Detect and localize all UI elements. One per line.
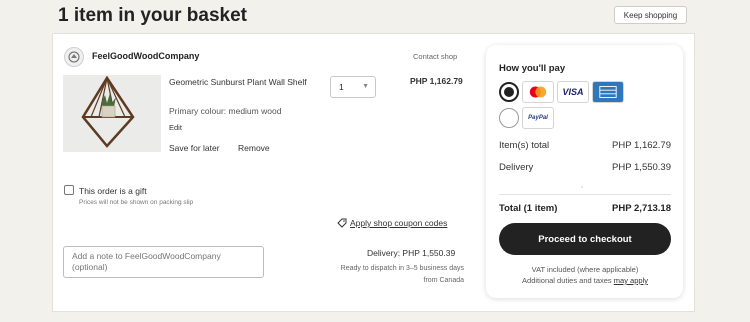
contact-shop-link[interactable]: Contact shop [413, 52, 457, 61]
tag-icon [337, 218, 347, 228]
mastercard-icon [522, 81, 554, 103]
items-total-label: Item(s) total [499, 140, 550, 151]
save-for-later-button[interactable]: Save for later [169, 143, 220, 153]
paypal-icon: PayPal [522, 107, 554, 129]
product-photo [63, 75, 161, 152]
chevron-down-icon: ▼ [362, 83, 369, 90]
vat-included-text: VAT included (where applicable) [531, 265, 639, 274]
dispatch-info: Ready to dispatch in 3–5 business days f… [300, 263, 464, 287]
gift-checkbox[interactable] [64, 185, 74, 195]
summary-divider [499, 194, 671, 195]
edit-link[interactable]: Edit [169, 123, 182, 132]
quantity-select[interactable]: 1 ▼ [330, 76, 376, 98]
shop-logo-icon [68, 51, 80, 63]
delivery-cost: Delivery: PHP 1,550.39 [367, 248, 456, 258]
proceed-to-checkout-button[interactable]: Proceed to checkout [499, 223, 671, 255]
gift-note: Prices will not be shown on packing slip [79, 199, 194, 206]
radio-dot [504, 87, 514, 97]
product-image[interactable] [63, 75, 161, 152]
note-to-seller-input[interactable] [63, 246, 264, 278]
keep-shopping-button[interactable]: Keep shopping [614, 6, 687, 24]
dispatch-line-1: Ready to dispatch in 3–5 business days [340, 265, 464, 272]
paypal-text: PayPal [528, 115, 548, 121]
delivery-label: Delivery [499, 162, 534, 173]
dispatch-line-2: from Canada [423, 277, 464, 284]
gift-label[interactable]: This order is a gift [79, 186, 147, 196]
items-total-value: PHP 1,162.79 [612, 140, 671, 151]
quantity-value: 1 [339, 82, 344, 92]
apply-coupon-label: Apply shop coupon codes [350, 218, 448, 228]
product-title-link[interactable]: Geometric Sunburst Plant Wall Shelf [169, 76, 309, 88]
shop-name[interactable]: FeelGoodWoodCompany [92, 51, 199, 61]
amex-icon [592, 81, 624, 103]
visa-text: VISA [562, 87, 584, 97]
vat-note: VAT included (where applicable) Addition… [499, 264, 671, 286]
may-apply-link[interactable]: may apply [614, 276, 648, 285]
apply-coupon-link[interactable]: Apply shop coupon codes [337, 218, 447, 228]
payment-title: How you'll pay [499, 63, 566, 74]
total-value: PHP 2,713.18 [612, 203, 671, 214]
total-label: Total (1 item) [499, 203, 558, 214]
dot-divider [581, 186, 583, 188]
duties-text: Additional duties and taxes may apply [499, 275, 671, 286]
shop-avatar[interactable] [64, 47, 84, 67]
total-row: Total (1 item) PHP 2,713.18 [499, 203, 671, 214]
item-price: PHP 1,162.79 [410, 76, 463, 86]
duties-label: Additional duties and taxes [522, 276, 612, 285]
delivery-value: PHP 1,550.39 [612, 162, 671, 173]
paypal-payment-radio[interactable] [499, 108, 519, 128]
items-total-row: Item(s) total PHP 1,162.79 [499, 140, 671, 151]
card-payment-radio[interactable] [499, 82, 519, 102]
delivery-row: Delivery PHP 1,550.39 [499, 162, 671, 173]
visa-icon: VISA [557, 81, 589, 103]
product-variant: Primary colour: medium wood [169, 106, 282, 116]
page-title: 1 item in your basket [58, 5, 248, 26]
remove-button[interactable]: Remove [238, 143, 270, 153]
